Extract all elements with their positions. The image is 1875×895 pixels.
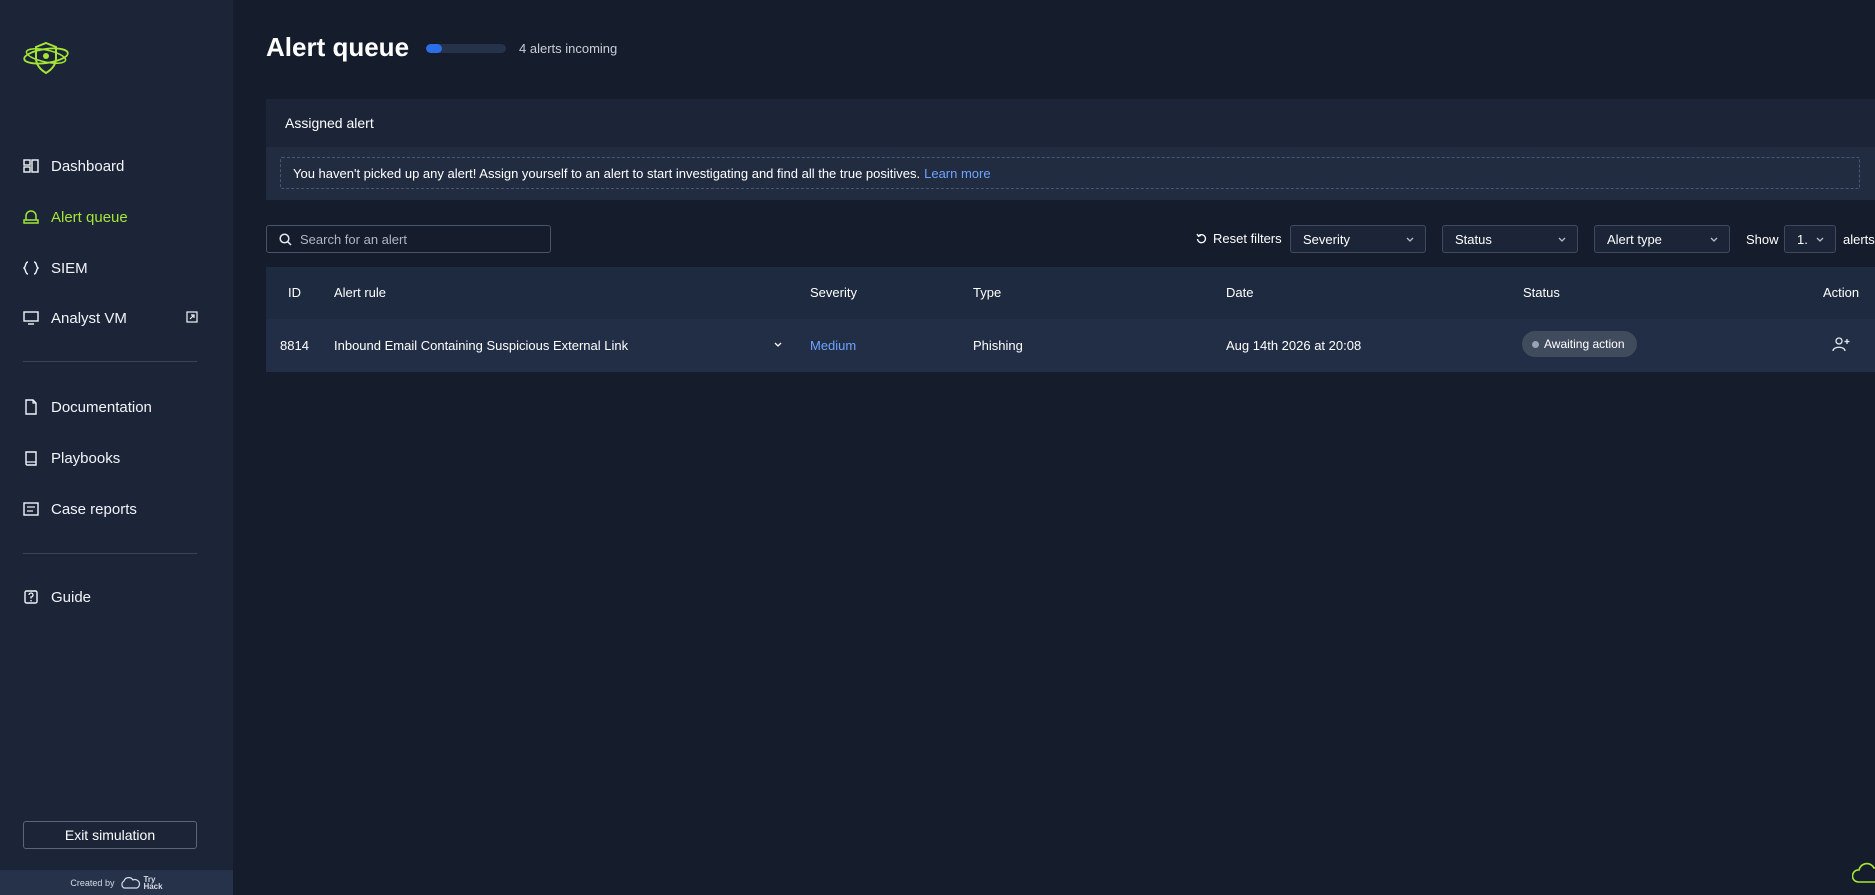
sidebar-item-label: Dashboard — [51, 157, 125, 175]
chevron-down-icon — [1709, 234, 1719, 244]
app-logo-icon — [22, 36, 70, 78]
alert-queue-icon — [22, 208, 40, 226]
sidebar-item-siem[interactable]: SIEM — [22, 252, 88, 284]
reset-filters-label: Reset filters — [1213, 231, 1282, 246]
corner-cloud-icon[interactable] — [1852, 858, 1875, 886]
show-label: Show — [1746, 232, 1779, 247]
sidebar-item-label: Case reports — [51, 500, 137, 518]
siem-braces-icon — [22, 259, 40, 277]
column-header-severity[interactable]: Severity — [810, 285, 857, 300]
status-filter-label: Status — [1455, 231, 1492, 247]
progress-fill — [426, 44, 442, 53]
sidebar: Dashboard Alert queue SIEM Analyst VM Do… — [0, 0, 233, 895]
status-dot — [1532, 340, 1539, 348]
reset-icon — [1196, 233, 1207, 244]
status-badge-label: Awaiting action — [1544, 337, 1625, 351]
created-by-text: Created by — [70, 877, 115, 888]
sidebar-item-label: Guide — [51, 588, 92, 606]
sidebar-item-playbooks[interactable]: Playbooks — [22, 442, 120, 474]
external-link-icon[interactable] — [186, 310, 198, 323]
alert-type: Phishing — [973, 338, 1023, 353]
chevron-down-icon — [1405, 234, 1415, 244]
search-input[interactable] — [300, 231, 540, 247]
column-header-date[interactable]: Date — [1226, 285, 1253, 300]
table-row[interactable]: 8814 Inbound Email Containing Suspicious… — [266, 319, 1875, 372]
tryhackme-logo: Try Hack — [119, 875, 163, 891]
sidebar-item-analyst-vm[interactable]: Analyst VM — [22, 302, 127, 334]
exit-simulation-button[interactable]: Exit simulation — [23, 821, 197, 849]
incoming-progress-bar — [426, 44, 506, 53]
expand-chevron-icon[interactable] — [773, 339, 783, 349]
alerts-label: alerts — [1843, 232, 1875, 247]
alert-type-filter-label: Alert type — [1607, 231, 1662, 247]
sidebar-divider — [23, 361, 197, 362]
sidebar-item-documentation[interactable]: Documentation — [22, 391, 152, 423]
sidebar-item-case-reports[interactable]: Case reports — [22, 493, 137, 525]
sidebar-item-label: Documentation — [51, 398, 152, 416]
book-icon — [22, 449, 40, 467]
sidebar-item-dashboard[interactable]: Dashboard — [22, 150, 124, 182]
status-badge: Awaiting action — [1522, 331, 1637, 357]
alert-date: Aug 14th 2026 at 20:08 — [1226, 338, 1362, 353]
chevron-down-icon — [1815, 234, 1825, 244]
sidebar-item-label: SIEM — [51, 259, 88, 277]
assigned-notice-area: You haven't picked up any alert! Assign … — [266, 147, 1875, 200]
alerts-incoming-text: 4 alerts incoming — [519, 41, 618, 56]
alert-severity: Medium — [810, 338, 857, 353]
question-icon — [22, 588, 40, 606]
chevron-down-icon — [1557, 234, 1567, 244]
created-by-footer: Created by Try Hack — [0, 870, 233, 895]
case-report-icon — [22, 500, 40, 518]
reset-filters-button[interactable]: Reset filters — [1196, 231, 1282, 246]
page-title: Alert queue — [266, 32, 410, 62]
sidebar-item-guide[interactable]: Guide — [22, 581, 91, 613]
search-icon — [279, 232, 292, 246]
monitor-icon — [22, 309, 40, 327]
learn-more-link[interactable]: Learn more — [924, 166, 990, 181]
assigned-alert-title: Assigned alert — [285, 115, 374, 131]
assigned-notice-box: You haven't picked up any alert! Assign … — [280, 157, 1860, 189]
sidebar-item-label: Analyst VM — [51, 309, 127, 327]
sidebar-item-label: Alert queue — [51, 208, 128, 226]
page-size-select[interactable]: 1. — [1784, 225, 1836, 253]
brand-line-2: Hack — [143, 881, 163, 891]
alert-rule: Inbound Email Containing Suspicious Exte… — [334, 338, 629, 353]
sidebar-item-label: Playbooks — [51, 449, 121, 467]
column-header-id[interactable]: ID — [288, 285, 301, 300]
assign-user-icon[interactable] — [1832, 336, 1850, 352]
alert-type-filter-select[interactable]: Alert type — [1594, 225, 1730, 253]
document-icon — [22, 398, 40, 416]
notice-text: You haven't picked up any alert! Assign … — [293, 165, 921, 181]
alert-id: 8814 — [280, 338, 309, 353]
column-header-status[interactable]: Status — [1523, 285, 1560, 300]
status-filter-select[interactable]: Status — [1442, 225, 1578, 253]
column-header-action: Action — [1823, 285, 1860, 300]
cloud-icon — [121, 876, 141, 889]
dashboard-icon — [22, 157, 40, 175]
assigned-alert-panel: Assigned alert You haven't picked up any… — [266, 99, 1875, 200]
search-box[interactable] — [266, 225, 551, 253]
severity-filter-label: Severity — [1303, 231, 1350, 247]
column-header-type[interactable]: Type — [973, 285, 1001, 300]
sidebar-divider — [23, 553, 197, 554]
page-size-value: 1. — [1797, 231, 1808, 247]
column-header-alert-rule[interactable]: Alert rule — [334, 285, 386, 300]
sidebar-item-alert-queue[interactable]: Alert queue — [22, 201, 128, 233]
severity-filter-select[interactable]: Severity — [1290, 225, 1426, 253]
alerts-table: ID Alert rule Severity Type Date Status … — [266, 267, 1875, 372]
